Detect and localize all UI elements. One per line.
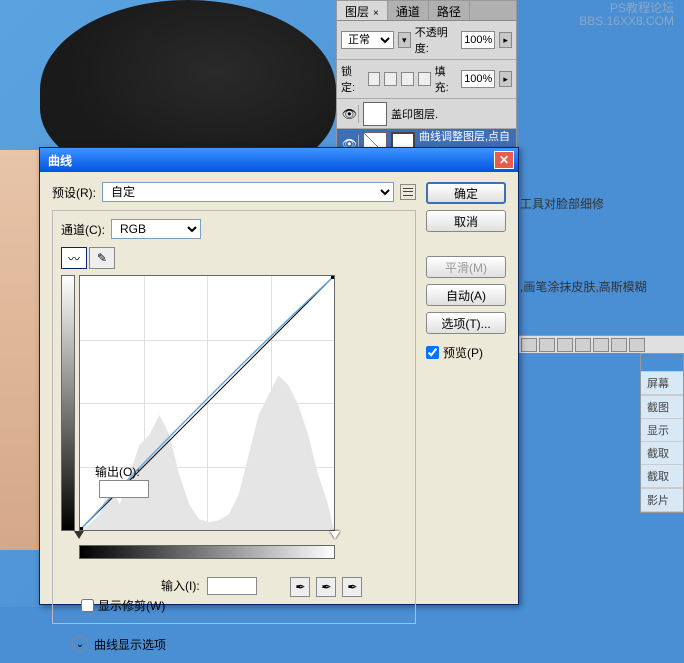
- black-eyedropper-icon[interactable]: ✒: [290, 577, 310, 597]
- preview-checkbox[interactable]: 预览(P): [426, 344, 506, 361]
- display-options-label: 曲线显示选项: [94, 636, 166, 653]
- watermark: PS教程论坛 BBS.16XX8.COM: [579, 2, 674, 28]
- auto-button[interactable]: 自动(A): [426, 284, 506, 306]
- curve-point-tool-icon[interactable]: 〰: [61, 247, 87, 269]
- blend-arrow-icon[interactable]: ▾: [398, 32, 411, 48]
- menu-item[interactable]: 显示: [641, 419, 683, 442]
- blend-row: 正常 ▾ 不透明度: ▸: [337, 21, 516, 60]
- menu-item[interactable]: 截取: [641, 442, 683, 465]
- annotation-text: 工具对脸部细修: [520, 195, 604, 212]
- black-point-slider[interactable]: [74, 531, 84, 539]
- close-icon[interactable]: ×: [373, 8, 379, 19]
- link-icon[interactable]: [521, 338, 537, 352]
- annotation-text: ,画笔涂抹皮肤,高斯模糊: [520, 278, 647, 295]
- blend-mode-select[interactable]: 正常: [341, 31, 394, 49]
- trash-icon[interactable]: [629, 338, 645, 352]
- ok-button[interactable]: 确定: [426, 182, 506, 204]
- preset-menu-icon[interactable]: [400, 184, 416, 200]
- vertical-gradient: [61, 275, 75, 531]
- layer-thumbnail[interactable]: [363, 102, 387, 126]
- side-context-menu: 屏幕 截图 显示 截取 截取 影片: [640, 353, 684, 513]
- white-point-slider[interactable]: [330, 531, 340, 539]
- panel-tabs: 图层× 通道 路径: [337, 1, 516, 21]
- fx-icon[interactable]: [539, 338, 555, 352]
- curves-dialog: 曲线 ✕ 预设(R): 自定 通道(C): RGB 〰: [39, 147, 519, 605]
- visibility-eye-icon[interactable]: 👁: [341, 105, 359, 123]
- new-layer-icon[interactable]: [611, 338, 627, 352]
- show-clipping-checkbox[interactable]: 显示修剪(W): [81, 597, 165, 614]
- eyedropper-group: ✒ ✒ ✒: [290, 577, 362, 597]
- panel-footer-icons: [517, 335, 684, 353]
- white-eyedropper-icon[interactable]: ✒: [342, 577, 362, 597]
- cancel-button[interactable]: 取消: [426, 210, 506, 232]
- options-button[interactable]: 选项(T)...: [426, 312, 506, 334]
- menu-item[interactable]: 截取: [641, 465, 683, 488]
- preset-select[interactable]: 自定: [102, 182, 394, 202]
- opacity-arrow-icon[interactable]: ▸: [499, 32, 512, 48]
- dialog-left: 预设(R): 自定 通道(C): RGB 〰 ✎: [52, 182, 416, 653]
- preset-row: 预设(R): 自定: [52, 182, 416, 202]
- display-options-toggle[interactable]: ⌄ 曲线显示选项: [72, 636, 416, 653]
- channel-select[interactable]: RGB: [111, 219, 201, 239]
- preview-input[interactable]: [426, 346, 439, 359]
- preset-label: 预设(R):: [52, 184, 96, 201]
- input-label: 输入(I):: [161, 577, 200, 594]
- mask-icon[interactable]: [557, 338, 573, 352]
- horizontal-gradient: [79, 545, 335, 559]
- tab-layers[interactable]: 图层×: [337, 1, 388, 20]
- channel-label: 通道(C):: [61, 221, 105, 238]
- lock-all-icon[interactable]: [418, 72, 431, 86]
- input-row: 输入(I): ✒ ✒ ✒ 显示修剪(W): [61, 565, 407, 615]
- dialog-body: 预设(R): 自定 通道(C): RGB 〰 ✎: [40, 172, 518, 663]
- fill-label: 填充:: [435, 63, 458, 95]
- close-button[interactable]: ✕: [494, 151, 514, 169]
- curve-tool-buttons: 〰 ✎: [61, 247, 407, 269]
- slider-track[interactable]: [79, 531, 335, 541]
- lock-position-icon[interactable]: [401, 72, 414, 86]
- channel-group: 通道(C): RGB 〰 ✎: [52, 210, 416, 624]
- dialog-buttons: 确定 取消 平滑(M) 自动(A) 选项(T)... 预览(P): [426, 182, 506, 653]
- fill-input[interactable]: [461, 70, 495, 88]
- opacity-label: 不透明度:: [415, 24, 457, 56]
- smooth-button: 平滑(M): [426, 256, 506, 278]
- tab-channels[interactable]: 通道: [388, 1, 429, 20]
- lock-row: 锁定: 填充: ▸: [337, 60, 516, 99]
- show-clipping-input[interactable]: [81, 599, 94, 612]
- menu-item[interactable]: 截图: [641, 396, 683, 419]
- curve-pencil-tool-icon[interactable]: ✎: [89, 247, 115, 269]
- opacity-input[interactable]: [461, 31, 495, 49]
- fill-arrow-icon[interactable]: ▸: [499, 71, 512, 87]
- layer-row[interactable]: 👁 盖印图层.: [337, 99, 516, 129]
- output-label: 输出(O):: [95, 463, 149, 498]
- layer-name: 盖印图层.: [391, 106, 512, 122]
- lock-label: 锁定:: [341, 63, 364, 95]
- lock-transparency-icon[interactable]: [368, 72, 381, 86]
- menu-item[interactable]: 影片: [641, 489, 683, 512]
- chevron-down-icon: ⌄: [72, 636, 88, 652]
- channel-row: 通道(C): RGB: [61, 219, 407, 239]
- output-input[interactable]: [99, 480, 149, 498]
- lock-pixels-icon[interactable]: [384, 72, 397, 86]
- layers-panel: 图层× 通道 路径 正常 ▾ 不透明度: ▸ 锁定: 填充: ▸ 👁 盖印图层.…: [336, 0, 517, 160]
- tab-paths[interactable]: 路径: [429, 1, 470, 20]
- group-icon[interactable]: [593, 338, 609, 352]
- dialog-titlebar[interactable]: 曲线 ✕: [40, 148, 518, 172]
- menu-header: [641, 354, 683, 372]
- menu-item[interactable]: 屏幕: [641, 372, 683, 395]
- adjustment-icon[interactable]: [575, 338, 591, 352]
- input-input[interactable]: [207, 577, 257, 595]
- dialog-title: 曲线: [48, 152, 494, 169]
- watermark-line2: BBS.16XX8.COM: [579, 15, 674, 28]
- gray-eyedropper-icon[interactable]: ✒: [316, 577, 336, 597]
